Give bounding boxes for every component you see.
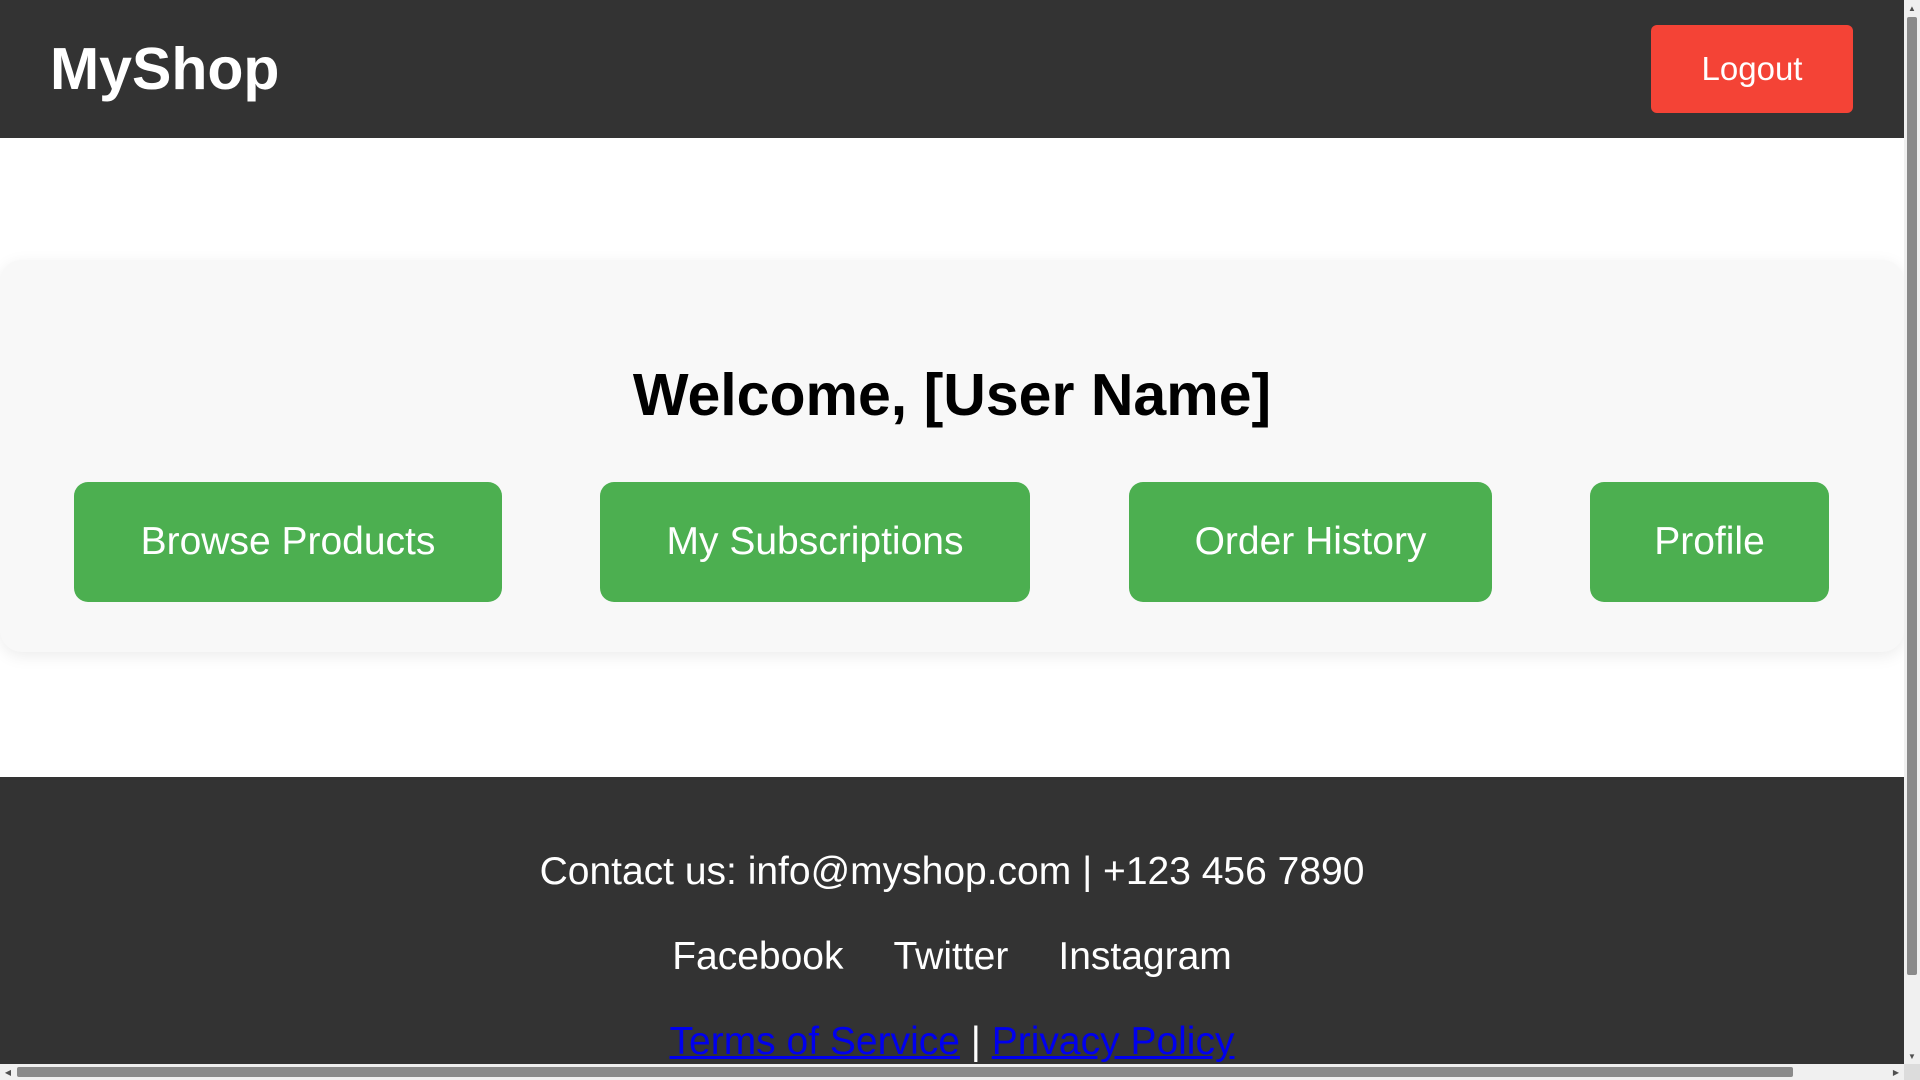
social-links: Facebook Twitter Instagram bbox=[0, 934, 1904, 980]
scroll-left-icon[interactable]: ◀ bbox=[0, 1064, 16, 1080]
site-footer: Contact us: info@myshop.com | +123 456 7… bbox=[0, 777, 1904, 1064]
welcome-heading: Welcome, [User Name] bbox=[632, 362, 1272, 428]
browse-products-button[interactable]: Browse Products bbox=[74, 482, 502, 602]
legal-separator: | bbox=[970, 1020, 981, 1063]
vertical-scrollbar[interactable]: ▲ ▼ bbox=[1904, 0, 1920, 1064]
scroll-up-icon[interactable]: ▲ bbox=[1904, 0, 1920, 16]
order-history-button[interactable]: Order History bbox=[1129, 482, 1492, 602]
scroll-right-icon[interactable]: ▶ bbox=[1888, 1064, 1904, 1080]
page-viewport: MyShop Logout Welcome, [User Name] Brows… bbox=[0, 0, 1904, 1064]
terms-of-service-link[interactable]: Terms of Service bbox=[670, 1020, 960, 1063]
vertical-scroll-thumb[interactable] bbox=[1907, 17, 1917, 975]
my-subscriptions-button[interactable]: My Subscriptions bbox=[600, 482, 1030, 602]
logout-button[interactable]: Logout bbox=[1651, 25, 1853, 113]
profile-button[interactable]: Profile bbox=[1590, 482, 1829, 602]
facebook-link[interactable]: Facebook bbox=[672, 934, 843, 980]
scrollbar-corner bbox=[1904, 1064, 1920, 1080]
horizontal-scroll-thumb[interactable] bbox=[17, 1067, 1793, 1077]
site-header: MyShop Logout bbox=[0, 0, 1904, 138]
site-logo[interactable]: MyShop bbox=[50, 34, 279, 104]
dashboard-card: Welcome, [User Name] Browse Products My … bbox=[0, 260, 1904, 652]
scroll-down-icon[interactable]: ▼ bbox=[1904, 1048, 1920, 1064]
legal-links: Terms of Service | Privacy Policy bbox=[0, 1019, 1904, 1064]
horizontal-scrollbar[interactable]: ◀ ▶ bbox=[0, 1064, 1904, 1080]
instagram-link[interactable]: Instagram bbox=[1058, 934, 1231, 980]
twitter-link[interactable]: Twitter bbox=[894, 934, 1009, 980]
contact-info: Contact us: info@myshop.com | +123 456 7… bbox=[539, 850, 1365, 893]
privacy-policy-link[interactable]: Privacy Policy bbox=[992, 1020, 1235, 1063]
